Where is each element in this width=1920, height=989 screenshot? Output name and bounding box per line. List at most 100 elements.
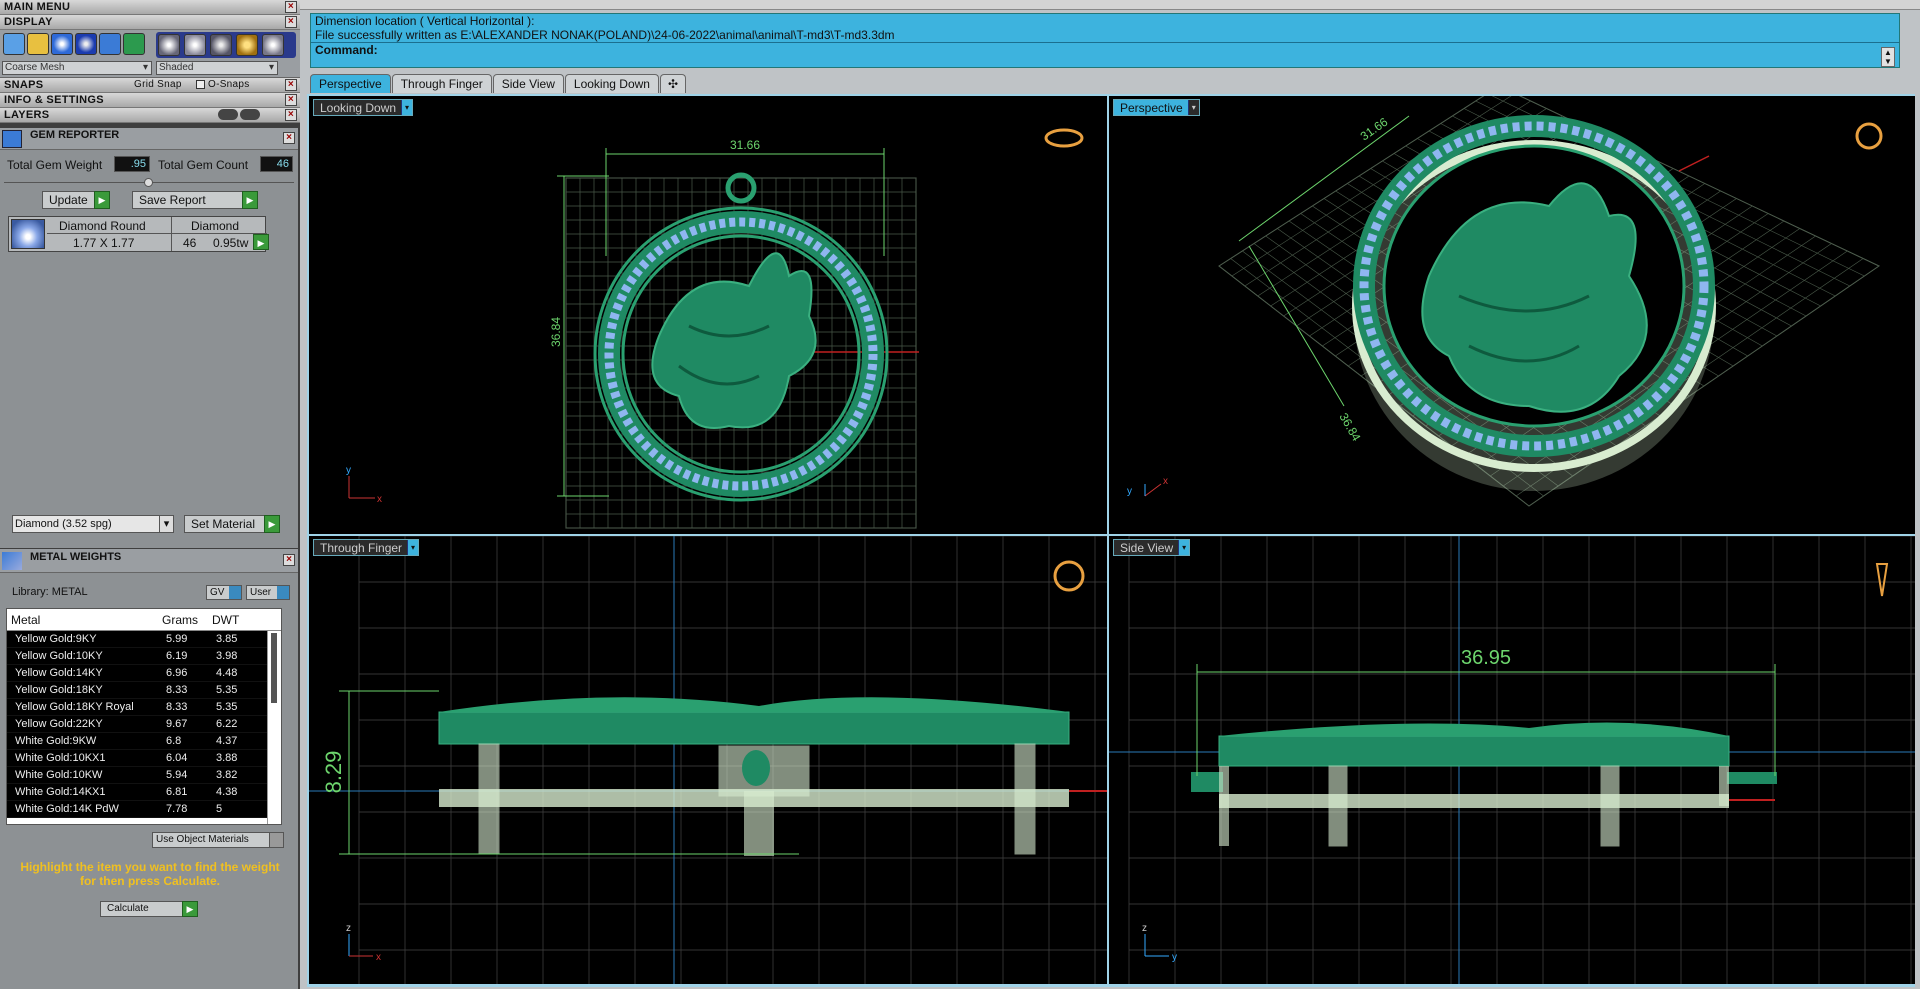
table-row[interactable]: Yellow Gold:10KY 6.19 3.98 [7,648,281,665]
table-scrollbar[interactable] [267,631,281,824]
app-window: MAIN MENU × DISPLAY × Coarse Mesh ▾ Shaded ▾… [0,0,1920,989]
metal-table-header: Metal Grams DWT [7,609,281,631]
metal-table: Metal Grams DWT Yellow Gold:9KY 5.99 3.85 Y… [6,608,282,825]
display-header[interactable]: DISPLAY × [0,15,300,30]
table-row[interactable]: White Gold:14KX1 6.81 4.38 [7,784,281,801]
table-row[interactable]: White Gold:10KW 5.94 3.82 [7,767,281,784]
sphere-icon[interactable] [51,33,73,55]
viewport-title-perspective[interactable]: Perspective ▾ [1113,99,1200,116]
update-button[interactable]: Update ▶ [42,191,110,209]
material-select[interactable]: Diamond (3.52 spg) ▾ [12,515,174,533]
osnaps-label[interactable]: O-Snaps [208,78,250,92]
add-tab-button[interactable]: ✣ [659,74,686,93]
view-cube-icon[interactable] [1855,122,1883,150]
table-row[interactable]: Yellow Gold:18KY 8.33 5.35 [7,682,281,699]
command-scrollbar[interactable]: ▲ ▼ [1881,47,1895,67]
table-row[interactable]: Yellow Gold:22KY 9.67 6.22 [7,716,281,733]
svg-text:x: x [1163,476,1168,487]
set-material-button[interactable]: Set Material ▶ [184,515,280,533]
render-icon[interactable] [99,33,121,55]
mesh-select[interactable]: Coarse Mesh ▾ [2,61,152,75]
diamond-icon [11,219,45,249]
tab-looking-down[interactable]: Looking Down [564,74,659,93]
close-icon[interactable]: × [285,79,297,91]
view-cube-icon[interactable] [1044,128,1084,148]
gem-play-icon[interactable]: ▶ [253,234,269,250]
table-row[interactable]: White Gold:14K PdW 7.78 5 [7,801,281,818]
material-icon-2[interactable] [184,34,206,56]
use-object-materials-button[interactable]: Use Object Materials [152,832,284,848]
osnap-checkbox[interactable] [196,80,205,89]
dimension-height: 8.29 [321,751,346,794]
close-icon[interactable]: × [285,109,297,121]
material-icon-3[interactable] [210,34,232,56]
table-row[interactable]: White Gold:9KW 6.8 4.37 [7,733,281,750]
grid-icon[interactable] [3,33,25,55]
metal-dwt: 3.82 [216,769,238,781]
eye-icon-2[interactable] [240,109,260,120]
close-icon[interactable]: × [283,554,295,566]
close-icon[interactable]: × [283,132,295,144]
metal-weights-icon [2,552,22,570]
dimension-height: 36.84 [549,317,563,347]
dimension-width: 31.66 [1358,115,1391,144]
table-row[interactable]: Yellow Gold:18KY Royal 8.33 5.35 [7,699,281,716]
close-icon[interactable]: × [285,16,297,28]
viewport-title-looking-down[interactable]: Looking Down ▾ [313,99,414,116]
gem-count: 46 [183,236,197,250]
looking-down-scene: 31.66 36.84 yx [346,128,1084,529]
user-button[interactable]: User [246,585,290,600]
grid-snap-label[interactable]: Grid Snap [134,78,182,92]
viewport-title-through-finger[interactable]: Through Finger ▾ [313,539,420,556]
command-prompt[interactable]: Command: [311,42,1899,57]
save-report-button[interactable]: Save Report ▶ [132,191,258,209]
viewport-looking-down[interactable]: 31.66 36.84 yx Looking Down ▾ [309,96,1107,534]
title-strip [300,0,1920,10]
table-row[interactable]: Yellow Gold:14KY 6.96 4.48 [7,665,281,682]
viewport-side-view[interactable]: 36.95 zy Side View ▾ [1109,536,1915,984]
library-label: Library: METAL [12,586,88,598]
through-finger-scene: 8.29 zx [309,536,1107,984]
gem-list-row[interactable]: Diamond Round Diamond 1.77 X 1.77 46 0.9… [8,216,269,252]
close-icon[interactable]: × [285,94,297,106]
table-row[interactable]: White Gold:10KX1 6.04 3.88 [7,750,281,767]
table-row[interactable]: Yellow Gold:9KY 5.99 3.85 [7,631,281,648]
layers-header[interactable]: LAYERS × [0,108,300,123]
metal-dwt: 4.48 [216,667,238,679]
info-settings-header[interactable]: INFO & SETTINGS × [0,93,300,108]
tab-side-view[interactable]: Side View [492,74,564,93]
shade-select[interactable]: Shaded ▾ [156,61,278,75]
total-gem-count-label: Total Gem Count [158,158,249,172]
view-cube-icon[interactable] [1053,560,1085,592]
close-icon[interactable]: × [285,1,297,13]
viewport-through-finger[interactable]: 8.29 zx Through Finger ▾ [309,536,1107,984]
metal-grams: 9.67 [166,718,188,730]
splitter-handle[interactable] [144,178,153,187]
metal-grams: 6.04 [166,752,188,764]
sphere-shaded-icon[interactable] [75,33,97,55]
metal-dwt: 5.35 [216,684,238,696]
svg-text:x: x [376,952,381,963]
viewport-perspective[interactable]: 31.66 36.84 yx Perspective ▾ [1109,96,1915,534]
svg-text:y: y [346,465,351,476]
axis-indicator: yx [346,465,382,505]
viewport-title-side-view[interactable]: Side View ▾ [1113,539,1191,556]
snaps-header[interactable]: SNAPS Grid Snap O-Snaps × [0,78,300,93]
metal-name: Yellow Gold:14KY [15,667,103,679]
gv-button[interactable]: GV [206,585,242,600]
layout-icon[interactable] [123,33,145,55]
gold-material-icon[interactable] [236,34,258,56]
perspective-scene: 31.66 36.84 yx [1127,96,1883,507]
tab-perspective[interactable]: Perspective [310,74,391,93]
material-icon-5[interactable] [262,34,284,56]
material-icon[interactable] [158,34,180,56]
view-cube-icon[interactable] [1875,563,1889,597]
metal-grams: 5.94 [166,769,188,781]
command-area: Dimension location ( Vertical Horizontal… [310,13,1900,68]
move-icon[interactable] [27,33,49,55]
metal-table-body: Yellow Gold:9KY 5.99 3.85 Yellow Gold:10KY 6… [7,631,281,818]
eye-icon[interactable] [218,109,238,120]
tab-through-finger[interactable]: Through Finger [391,74,492,93]
calculate-button[interactable]: Calculate ▶ [100,901,198,917]
main-menu-header[interactable]: MAIN MENU × [0,0,300,15]
